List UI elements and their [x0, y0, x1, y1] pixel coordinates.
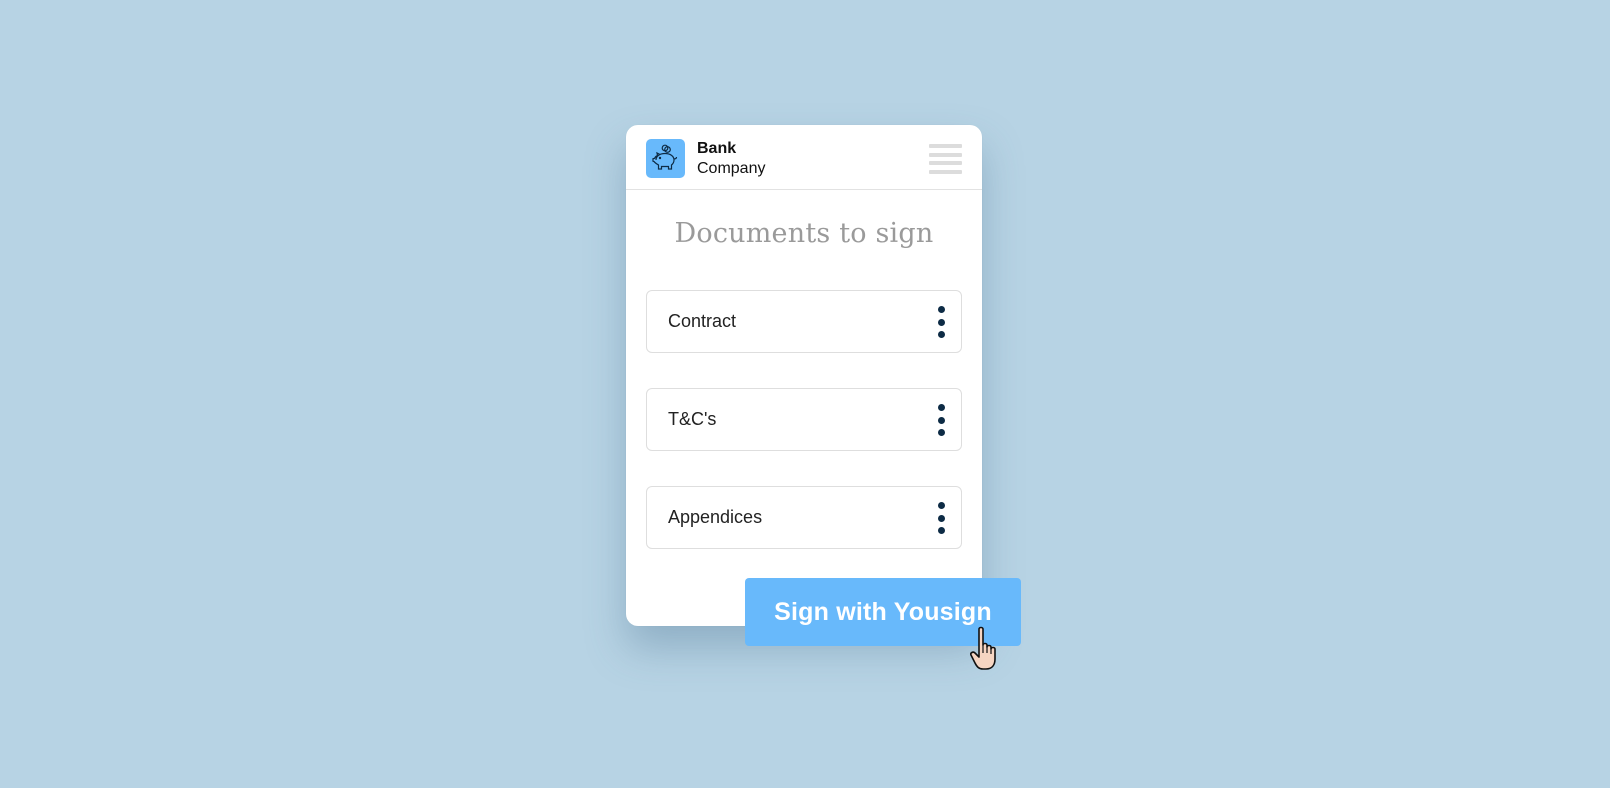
- document-label: Contract: [668, 311, 737, 331]
- mobile-app-card: Bank Company Documents to sign Contract …: [626, 125, 982, 626]
- document-item-appendices[interactable]: Appendices: [646, 486, 962, 549]
- kebab-menu-icon[interactable]: [936, 502, 946, 534]
- page-title: Documents to sign: [674, 218, 934, 249]
- brand-line-1: Bank: [697, 140, 737, 157]
- kebab-menu-icon[interactable]: [936, 404, 946, 436]
- document-label: Appendices: [668, 507, 763, 527]
- hamburger-menu-icon[interactable]: [929, 144, 962, 174]
- pointer-hand-icon: [970, 626, 996, 670]
- brand-name: Bank Company: [697, 139, 765, 179]
- app-header: Bank Company: [626, 125, 982, 190]
- piggy-bank-icon: [646, 139, 685, 178]
- brand-line-2: Company: [697, 160, 766, 177]
- kebab-menu-icon[interactable]: [936, 306, 946, 338]
- document-label: T&C's: [668, 409, 717, 429]
- document-list: Contract T&C's Appendices: [646, 290, 962, 584]
- document-item-contract[interactable]: Contract: [646, 290, 962, 353]
- document-item-tcs[interactable]: T&C's: [646, 388, 962, 451]
